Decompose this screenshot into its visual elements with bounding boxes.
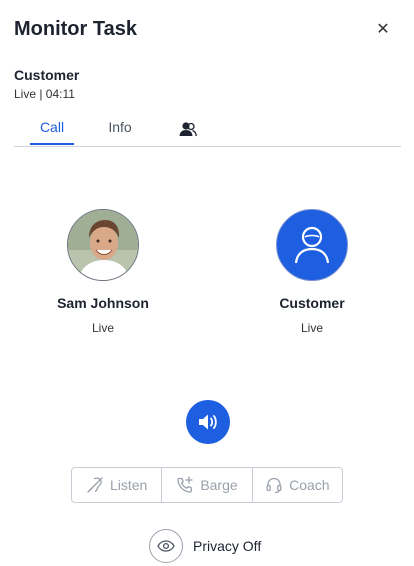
- avatar-photo-image: [68, 210, 138, 280]
- close-button[interactable]: ✕: [372, 18, 394, 40]
- close-icon: ✕: [376, 21, 390, 38]
- participant-agent: Sam Johnson Live: [33, 209, 173, 335]
- person-icon: [294, 226, 330, 264]
- avatar: [276, 209, 348, 281]
- tab-bar: Call Info: [14, 112, 401, 147]
- participant-customer: Customer Live: [242, 209, 382, 335]
- barge-label: Barge: [200, 477, 238, 493]
- privacy-label: Privacy Off: [193, 538, 262, 554]
- privacy-button[interactable]: [149, 529, 183, 563]
- participants-icon: [179, 122, 197, 137]
- coach-label: Coach: [289, 477, 330, 493]
- barge-button[interactable]: Barge: [161, 468, 251, 502]
- task-status: Live | 04:11: [14, 87, 75, 101]
- phone-plus-icon: [177, 476, 193, 493]
- participant-status: Live: [300, 321, 323, 335]
- task-title: Customer: [14, 67, 80, 83]
- participant-name: Customer: [279, 295, 345, 311]
- privacy-toggle: Privacy Off: [149, 528, 261, 564]
- listen-label: Listen: [109, 477, 148, 493]
- tab-info[interactable]: Info: [98, 112, 142, 145]
- participant-status: Live: [91, 321, 114, 335]
- avatar: [67, 209, 139, 281]
- header: Monitor Task ✕: [14, 16, 400, 42]
- headset-icon: [266, 477, 282, 494]
- tab-call[interactable]: Call: [30, 112, 74, 145]
- page-title: Monitor Task: [14, 18, 137, 40]
- tab-participants[interactable]: [174, 118, 202, 140]
- participant-name: Sam Johnson: [57, 295, 149, 311]
- coach-button[interactable]: Coach: [251, 468, 342, 502]
- speaker-button[interactable]: [186, 400, 230, 444]
- monitor-mode-group: Listen Barge Coach: [71, 467, 343, 503]
- task-summary: Customer Live | 04:11: [14, 67, 79, 101]
- eye-icon: [157, 540, 175, 552]
- speaker-icon: [199, 414, 217, 430]
- listen-off-icon: [87, 477, 103, 493]
- listen-button[interactable]: Listen: [72, 468, 161, 502]
